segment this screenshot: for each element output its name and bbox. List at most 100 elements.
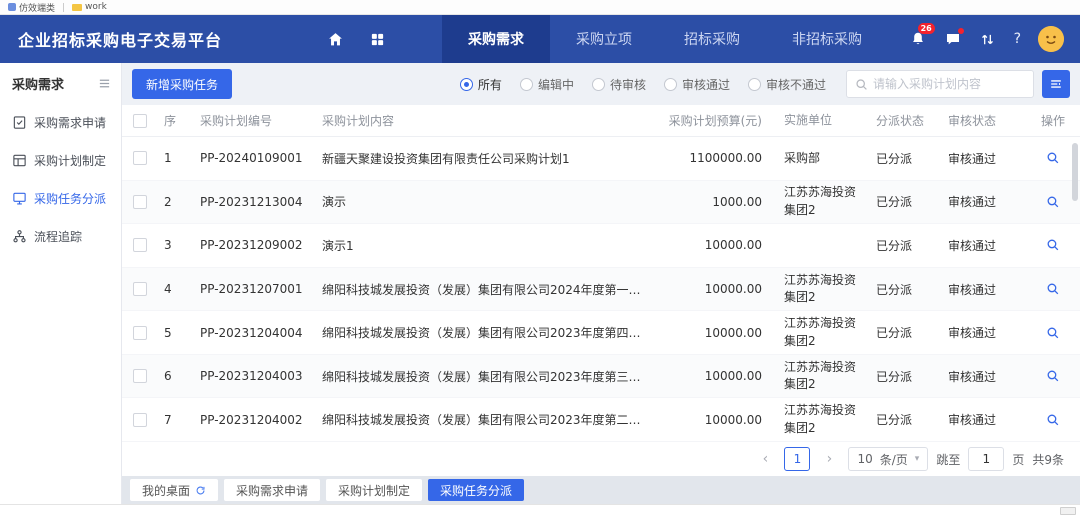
toolbar: 新增采购任务 所有 编辑中 待审核 审核通过 审核不通过 bbox=[122, 63, 1080, 105]
view-detail-icon[interactable] bbox=[1046, 369, 1060, 383]
tab-demand-apply[interactable]: 采购需求申请 bbox=[224, 479, 320, 501]
bookmark-folder-label: work bbox=[85, 2, 107, 12]
filter-pending-review[interactable]: 待审核 bbox=[592, 76, 646, 93]
select-all-checkbox[interactable] bbox=[133, 114, 147, 128]
jump-label: 跳至 bbox=[936, 451, 960, 468]
sidebar: 采购需求 采购需求申请 采购计划制定 bbox=[0, 63, 122, 504]
row-index: 7 bbox=[158, 413, 194, 427]
sidebar-collapse-icon[interactable] bbox=[98, 77, 111, 90]
nav-non-bidding-procurement[interactable]: 非招标采购 bbox=[766, 15, 888, 63]
row-checkbox[interactable] bbox=[133, 282, 147, 296]
app-header: 企业招标采购电子交易平台 采购需求 采购立项 招标采购 非招标采购 26 bbox=[0, 15, 1080, 63]
header-right-icons: 26 ? bbox=[909, 26, 1080, 52]
filter-all[interactable]: 所有 bbox=[460, 76, 502, 93]
audit-status: 审核通过 bbox=[942, 411, 1026, 428]
bookmark-label: 仿效端类 bbox=[19, 1, 55, 14]
view-detail-icon[interactable] bbox=[1046, 151, 1060, 165]
sidebar-item-plan-make[interactable]: 采购计划制定 bbox=[0, 141, 121, 179]
row-checkbox[interactable] bbox=[133, 326, 147, 340]
plan-content: 演示 bbox=[316, 193, 658, 210]
tab-label: 采购任务分派 bbox=[440, 482, 512, 499]
bookmarks-bar: 仿效端类 work bbox=[0, 0, 1080, 15]
view-detail-icon[interactable] bbox=[1046, 238, 1060, 252]
table-row: 3 PP-20231209002 演示1 10000.00 已分派 审核通过 bbox=[122, 224, 1080, 268]
row-index: 1 bbox=[158, 151, 194, 165]
home-icon[interactable] bbox=[326, 30, 344, 48]
table-row: 1 PP-20240109001 新疆天聚建设投资集团有限责任公司采购计划1 1… bbox=[122, 137, 1080, 181]
col-index: 序 bbox=[158, 112, 194, 129]
table-scrollbar-thumb[interactable] bbox=[1072, 143, 1078, 201]
row-checkbox[interactable] bbox=[133, 195, 147, 209]
plan-code: PP-20231204004 bbox=[194, 326, 316, 340]
flow-icon bbox=[12, 229, 27, 244]
add-task-button[interactable]: 新增采购任务 bbox=[132, 69, 232, 99]
help-icon[interactable]: ? bbox=[1014, 31, 1021, 47]
filter-label: 所有 bbox=[478, 76, 502, 93]
audit-status: 审核通过 bbox=[942, 193, 1026, 210]
page-size-suffix: 条/页 bbox=[880, 451, 908, 468]
tab-plan-make[interactable]: 采购计划制定 bbox=[326, 479, 422, 501]
row-checkbox[interactable] bbox=[133, 151, 147, 165]
user-avatar[interactable] bbox=[1038, 26, 1064, 52]
tab-label: 我的桌面 bbox=[142, 482, 190, 499]
sidebar-item-task-dispatch[interactable]: 采购任务分派 bbox=[0, 179, 121, 217]
dispatch-status: 已分派 bbox=[870, 193, 942, 210]
nav-bidding-procurement[interactable]: 招标采购 bbox=[658, 15, 766, 63]
table-row: 5 PP-20231204004 绵阳科技城发展投资（发展）集团有限公司2023… bbox=[122, 311, 1080, 355]
row-checkbox[interactable] bbox=[133, 238, 147, 252]
sidebar-header: 采购需求 bbox=[0, 63, 121, 103]
sidebar-item-label: 采购计划制定 bbox=[34, 152, 106, 169]
table-row: 4 PP-20231207001 绵阳科技城发展投资（发展）集团有限公司2024… bbox=[122, 268, 1080, 312]
view-detail-icon[interactable] bbox=[1046, 413, 1060, 427]
jump-page-input[interactable] bbox=[968, 447, 1004, 471]
col-budget: 采购计划预算(元) bbox=[658, 112, 778, 129]
page-size-select[interactable]: 10 条/页 ▾ bbox=[848, 447, 928, 471]
sidebar-item-demand-apply[interactable]: 采购需求申请 bbox=[0, 103, 121, 141]
plan-content: 演示1 bbox=[316, 237, 658, 254]
view-detail-icon[interactable] bbox=[1046, 326, 1060, 340]
tab-my-desktop[interactable]: 我的桌面 bbox=[130, 479, 218, 501]
folder-icon bbox=[72, 4, 82, 11]
dispatch-status: 已分派 bbox=[870, 281, 942, 298]
table-icon bbox=[12, 153, 27, 168]
chat-icon[interactable] bbox=[944, 30, 962, 48]
nav-procurement-demand[interactable]: 采购需求 bbox=[442, 15, 550, 63]
bookmark-folder-work[interactable]: work bbox=[72, 2, 107, 12]
search-input[interactable] bbox=[873, 77, 1025, 91]
table-panel: 序 采购计划编号 采购计划内容 采购计划预算(元) 实施单位 分派状态 审核状态… bbox=[122, 105, 1080, 476]
sidebar-item-process-track[interactable]: 流程追踪 bbox=[0, 217, 121, 255]
view-detail-icon[interactable] bbox=[1046, 195, 1060, 209]
body: 采购需求 采购需求申请 采购计划制定 bbox=[0, 63, 1080, 504]
page-number-1[interactable]: 1 bbox=[784, 447, 810, 471]
header-quick-icons bbox=[326, 30, 386, 48]
bottom-status-strip bbox=[0, 504, 1080, 516]
audit-status: 审核通过 bbox=[942, 281, 1026, 298]
sidebar-item-label: 采购任务分派 bbox=[34, 190, 106, 207]
row-checkbox[interactable] bbox=[133, 413, 147, 427]
filter-approved[interactable]: 审核通过 bbox=[664, 76, 730, 93]
view-detail-icon[interactable] bbox=[1046, 282, 1060, 296]
prev-page-button[interactable]: ‹ bbox=[754, 447, 776, 471]
row-index: 3 bbox=[158, 238, 194, 252]
nav-procurement-initiation[interactable]: 采购立项 bbox=[550, 15, 658, 63]
col-actions: 操作 bbox=[1026, 112, 1080, 129]
row-index: 4 bbox=[158, 282, 194, 296]
col-plan-content: 采购计划内容 bbox=[316, 112, 658, 129]
swap-arrows-icon[interactable] bbox=[979, 30, 997, 48]
plan-budget: 10000.00 bbox=[658, 413, 778, 427]
apps-grid-icon[interactable] bbox=[368, 30, 386, 48]
advanced-filter-button[interactable] bbox=[1042, 70, 1070, 98]
refresh-icon[interactable] bbox=[195, 485, 206, 496]
scroll-corner-control[interactable] bbox=[1060, 507, 1076, 515]
next-page-button[interactable]: › bbox=[818, 447, 840, 471]
plan-code: PP-20231213004 bbox=[194, 195, 316, 209]
bell-icon[interactable]: 26 bbox=[909, 30, 927, 48]
filter-editing[interactable]: 编辑中 bbox=[520, 76, 574, 93]
col-audit-status: 审核状态 bbox=[942, 112, 1026, 129]
app-title: 企业招标采购电子交易平台 bbox=[0, 27, 240, 51]
bookmark-item[interactable]: 仿效端类 bbox=[8, 1, 55, 14]
plan-content: 绵阳科技城发展投资（发展）集团有限公司2023年度第二季度采购 bbox=[316, 411, 658, 428]
filter-rejected[interactable]: 审核不通过 bbox=[748, 76, 826, 93]
row-checkbox[interactable] bbox=[133, 369, 147, 383]
tab-task-dispatch[interactable]: 采购任务分派 bbox=[428, 479, 524, 501]
